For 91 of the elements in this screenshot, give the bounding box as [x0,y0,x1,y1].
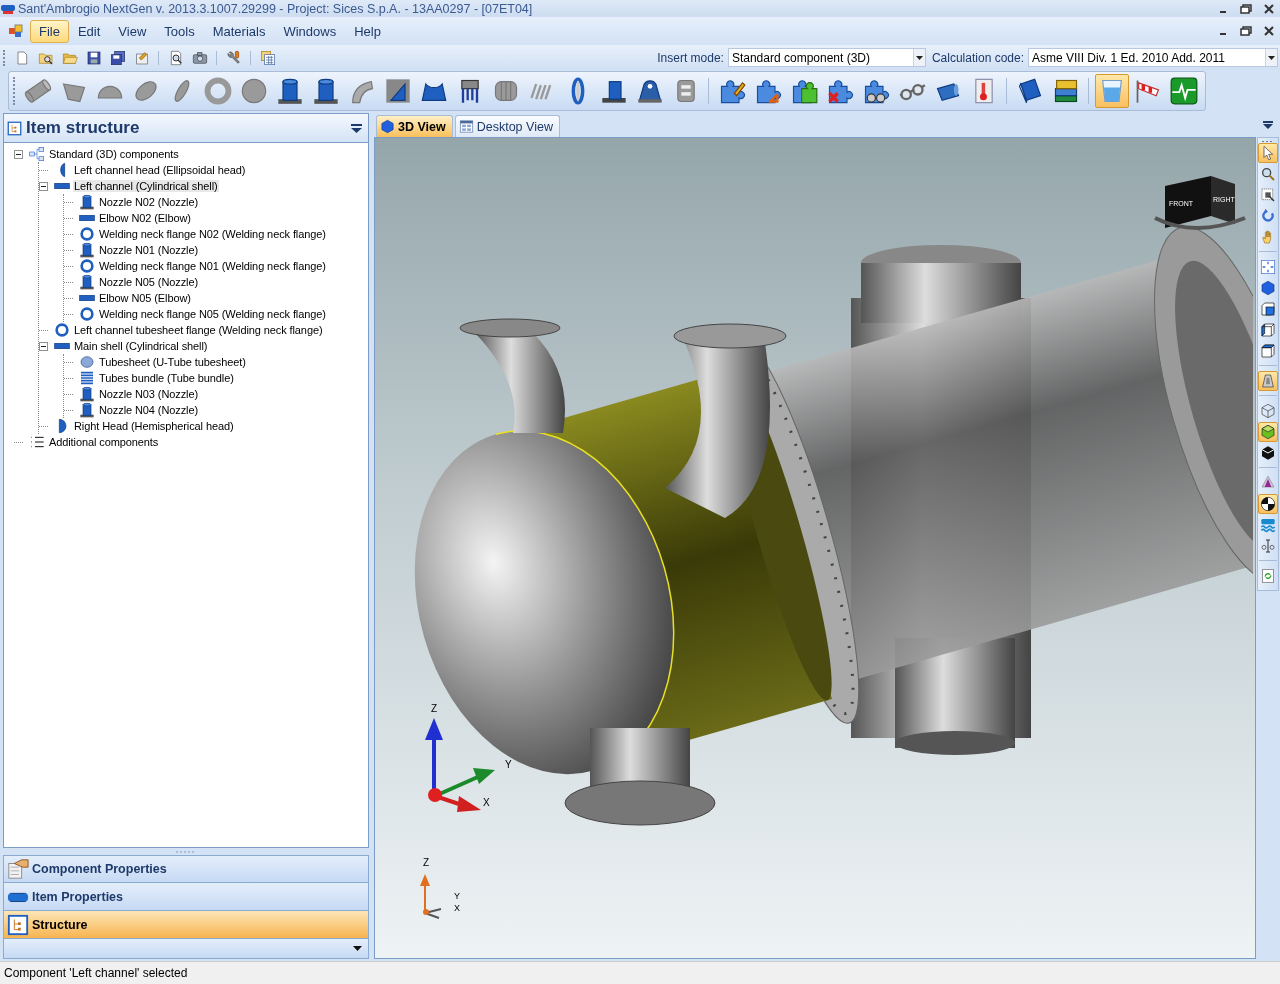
menu-item[interactable]: View [109,19,156,43]
panel-tab[interactable]: Component Properties [3,855,369,883]
tube-bundle-icon [79,370,95,386]
flange-icon [79,258,95,274]
app-icon [1,2,15,15]
axis-label: Z [431,703,438,714]
text-cursor-icon[interactable] [1258,536,1278,556]
tree-item[interactable]: Welding neck flange N02 (Welding neck flange) [98,228,327,240]
cube-side-face-icon[interactable] [1258,320,1278,340]
hand-document-icon [7,858,29,880]
view-tab[interactable]: Desktop View [454,115,560,137]
wireframe-cube-icon[interactable] [1258,401,1278,421]
list-icon [29,434,45,450]
splitter-grip-icon[interactable] [176,850,196,853]
nozzle-icon [79,242,95,258]
dropdown-arrow-icon[interactable] [353,946,362,951]
contrast-icon[interactable] [1258,494,1278,514]
dropdown-menu-icon[interactable] [351,123,362,133]
tree-item[interactable]: Nozzle N04 (Nozzle) [98,404,199,416]
restore-icon[interactable] [1240,3,1252,14]
nozzle-icon [79,402,95,418]
collapse-icon[interactable] [39,341,48,351]
tree-item[interactable]: Left channel (Cylindrical shell) [73,180,219,192]
collapse-icon[interactable] [39,181,48,191]
restore-icon[interactable] [1240,26,1252,36]
tree-item[interactable]: Right Head (Hemispherical head) [73,420,235,432]
field-label: Calculation code: [931,50,1024,65]
fit-view-icon[interactable] [1258,257,1278,277]
cube-icon [380,119,395,134]
axis-label: X [454,903,460,913]
dropdown-arrow-icon[interactable] [915,55,923,60]
tree-item[interactable]: Elbow N05 (Elbow) [98,292,192,304]
panel-tab[interactable]: Item Properties [3,883,369,911]
collapse-icon[interactable] [14,149,23,159]
field-label: Insert mode: [657,50,724,65]
axis-label: X [483,797,490,808]
panel-title: Item structure [26,118,141,138]
tree-item[interactable]: Left channel head (Ellipsoidal head) [73,164,247,176]
cube-front-face-icon[interactable] [1258,299,1278,319]
dropdown-field[interactable]: Asme VIII Div. 1 Ed. 2010 Add. 2011 [1028,48,1278,67]
flange-icon [79,306,95,322]
cube-top-face-icon[interactable] [1258,341,1278,361]
tree-item[interactable]: Welding neck flange N01 (Welding neck flange) [98,260,327,272]
nozzle-icon [79,386,95,402]
tree-item[interactable]: Welding neck flange N05 (Welding neck flange) [98,308,327,320]
menu-item[interactable]: File [30,19,69,43]
tree-item[interactable]: Nozzle N02 (Nozzle) [98,196,199,208]
menu-item[interactable]: Materials [203,19,275,43]
cube-icon[interactable] [1258,278,1278,298]
perspective-icon[interactable] [1258,371,1278,391]
view-cube-drawing[interactable] [1154,176,1246,230]
dropdown-field[interactable]: Standard component (3D) [727,48,926,67]
tree-item[interactable]: Left channel tubesheet flange (Welding neck flange) [73,324,324,336]
axis-label: Y [505,759,512,770]
structure-tree-icon [29,146,45,162]
structure-icon [7,913,29,936]
axis-triad-drawing [420,874,442,919]
shaded-cube-icon[interactable] [1258,422,1278,442]
structure-icon [7,120,22,136]
view-tab[interactable]: 3D View [376,115,453,137]
tree-item[interactable]: Tubes bundle (Tube bundle) [98,372,235,384]
axis-label: Z [423,857,430,868]
tree-item[interactable]: Elbow N02 (Elbow) [98,212,192,224]
tree-item[interactable]: Standard (3D) components [48,148,180,160]
window-grid-icon [458,119,474,134]
menu-item[interactable]: Help [345,19,390,43]
window-title: Sant'Ambrogio NextGen v. 2013.3.1007.29299 - Project: Sices S.p.A. - 13AA0297 - [07ET04] [18,1,533,16]
pointer-icon[interactable] [1258,143,1278,163]
tree-item[interactable]: Nozzle N05 (Nozzle) [98,276,199,288]
axis-label: Y [454,891,460,901]
close-icon[interactable] [1264,26,1274,36]
close-icon[interactable] [1264,3,1274,14]
menu-item[interactable]: Tools [155,19,204,43]
tree-item[interactable]: Nozzle N01 (Nozzle) [98,244,199,256]
grip-icon[interactable] [1262,140,1274,143]
tree-item[interactable]: Additional components [48,436,160,448]
dropdown-arrow-icon[interactable] [1268,55,1275,60]
tree-item[interactable]: Main shell (Cylindrical shell) [73,340,209,352]
nozzle-icon [79,194,95,210]
tree-item[interactable]: Tubesheet (U-Tube tubesheet) [98,356,247,368]
menu-item[interactable]: Edit [68,19,110,43]
tree-item[interactable]: Nozzle N03 (Nozzle) [98,388,199,400]
status-bar: Component 'Left channel' selected [0,961,1280,984]
app-menu-icon[interactable] [8,23,24,39]
dropdown-menu-icon[interactable] [1263,121,1273,129]
tubesheet-icon [79,354,95,370]
panel-tab[interactable]: Structure [3,911,369,939]
flange-icon [79,226,95,242]
nozzle-icon [79,274,95,290]
flange-icon [54,322,70,338]
menu-item[interactable]: Windows [274,19,346,43]
